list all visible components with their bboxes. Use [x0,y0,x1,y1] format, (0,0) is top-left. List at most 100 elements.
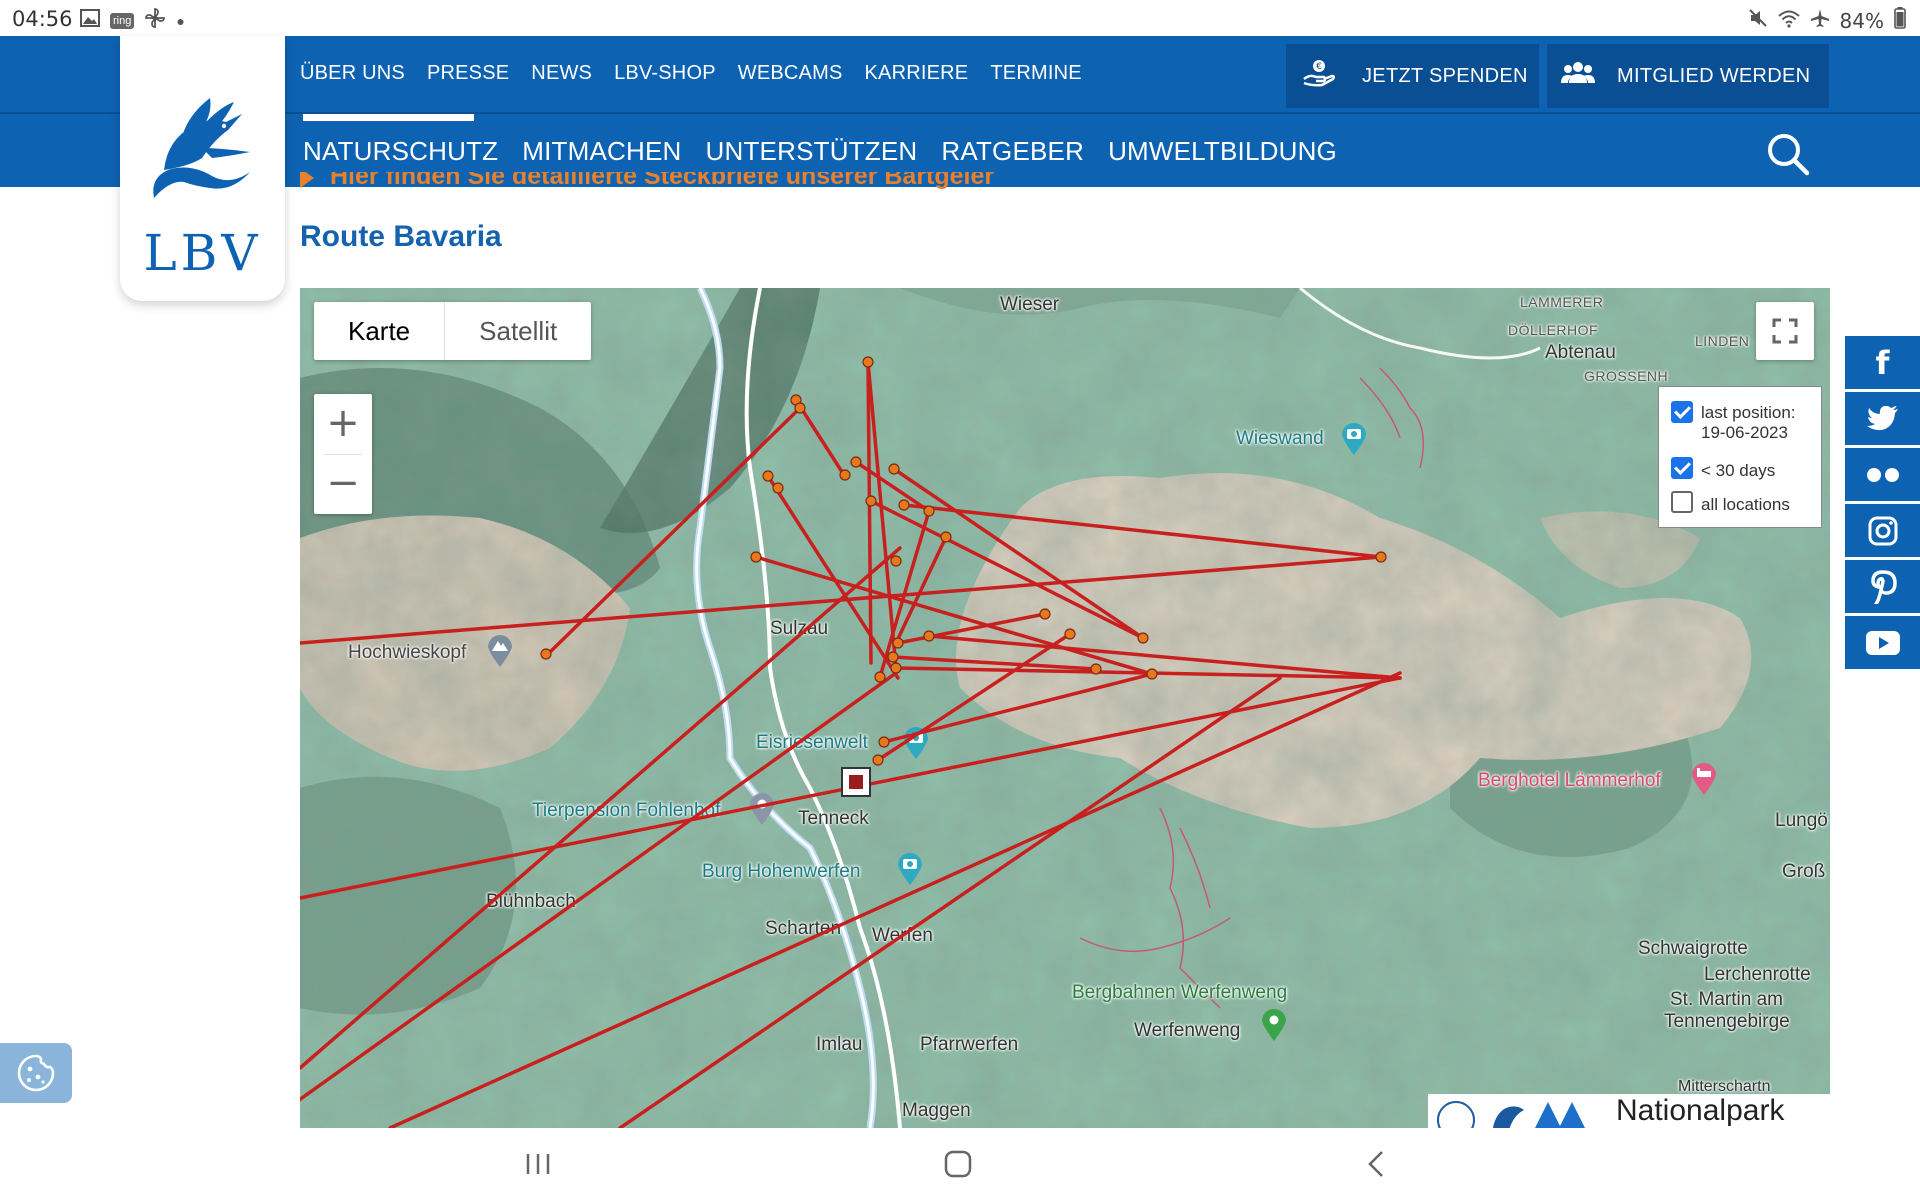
track-point[interactable] [794,402,806,414]
nav-mitmachen[interactable]: MITMACHEN [522,136,681,167]
steckbriefe-link[interactable]: Hier finden Sie detaillierte Steckbriefe… [300,172,1000,190]
battery-level: 84% [1839,8,1884,33]
svg-text:€: € [1316,62,1322,72]
status-time: 04:56 [12,7,73,31]
android-navigation-bar [0,1128,1920,1200]
home-button[interactable] [938,1144,978,1184]
track-point[interactable] [874,671,886,683]
top-link-webcams[interactable]: WEBCAMS [738,62,843,85]
track-point[interactable] [1090,663,1102,675]
flickr-icon [1866,467,1899,482]
search-icon [1768,134,1810,176]
track-point[interactable] [865,495,877,507]
legend-all-locations-label: all locations [1701,495,1790,514]
track-segment [876,632,1072,762]
status-bar: 04:56 ring ● 84% [0,0,1920,36]
search-button[interactable] [1765,131,1811,177]
legend-all-locations[interactable]: all locations [1671,491,1790,515]
track-point[interactable] [878,736,890,748]
cookie-icon [17,1054,55,1092]
home-icon [944,1150,972,1178]
youtube-icon [1865,630,1900,655]
track-point[interactable] [892,637,904,649]
flight-track-layer [300,356,1402,1128]
cookie-settings-button[interactable] [0,1043,72,1103]
map-type-control: Karte Satellit [314,302,592,360]
track-point[interactable] [872,754,884,766]
zoom-divider [324,454,362,455]
map-type-satellit-button[interactable]: Satellit [445,302,591,360]
top-link-presse[interactable]: PRESSE [427,62,509,85]
nationalpark-logo: Nationalpark [1428,1094,1830,1128]
group-icon [1561,61,1595,91]
track-point[interactable] [1375,551,1387,563]
pinterest-icon [1870,569,1897,604]
facebook-button[interactable]: f [1845,336,1920,389]
track-point[interactable] [1039,608,1051,620]
instagram-button[interactable] [1845,504,1920,557]
top-link-ueber-uns[interactable]: ÜBER UNS [300,62,405,85]
youtube-button[interactable] [1845,616,1920,669]
recents-button[interactable] [518,1144,558,1184]
nav-umweltbildung[interactable]: UMWELTBILDUNG [1108,136,1337,167]
fullscreen-icon [1772,318,1798,344]
last-position-marker-icon[interactable] [840,766,872,798]
track-segment [894,535,948,645]
track-point[interactable] [750,551,762,563]
wifi-icon [1777,9,1800,33]
track-point[interactable] [850,456,862,468]
legend-last-position-label: last position: [1701,403,1796,422]
legend-last-position[interactable]: last position: 19-06-2023 [1671,401,1796,443]
zoom-in-button[interactable]: + [314,394,372,454]
track-point[interactable] [940,531,952,543]
legend-30-days[interactable]: < 30 days [1671,457,1775,481]
track-point[interactable] [762,470,774,482]
track-point[interactable] [862,356,874,368]
flickr-button[interactable] [1845,448,1920,501]
nav-ratgeber[interactable]: RATGEBER [941,136,1084,167]
legend-30-days-checkbox[interactable] [1671,457,1693,479]
lbv-logo[interactable]: LBV [120,36,285,301]
track-segment [882,672,1154,744]
track-point[interactable] [1137,632,1149,644]
kingfisher-logo-icon [153,98,250,198]
top-link-termine[interactable]: TERMINE [990,62,1081,85]
top-link-news[interactable]: NEWS [531,62,592,85]
legend-last-position-checkbox[interactable] [1671,401,1693,423]
become-member-button[interactable]: MITGLIED WERDEN [1547,44,1829,108]
track-point[interactable] [923,630,935,642]
back-button[interactable] [1358,1144,1398,1184]
track-point[interactable] [887,651,899,663]
track-segment [902,503,1383,559]
track-point[interactable] [898,499,910,511]
route-map[interactable]: Wieser LAMMERER DÖLLERHOF LINDEN Abtenau… [300,288,1830,1128]
donate-hand-icon: € [1302,59,1336,93]
track-point[interactable] [1146,668,1158,680]
twitter-button[interactable] [1845,392,1920,445]
member-label: MITGLIED WERDEN [1617,64,1811,87]
track-point[interactable] [923,505,935,517]
top-link-karriere[interactable]: KARRIERE [865,62,969,85]
track-point[interactable] [890,662,902,674]
track-point[interactable] [888,463,900,475]
partner-logos-icon [1437,1101,1585,1128]
track-segment [300,546,902,1070]
track-point[interactable] [839,469,851,481]
fullscreen-button[interactable] [1756,302,1814,360]
pinterest-button[interactable] [1845,560,1920,613]
instagram-icon [1868,516,1897,545]
track-point[interactable] [890,555,902,567]
legend-all-locations-checkbox[interactable] [1671,491,1693,513]
donate-button[interactable]: € JETZT SPENDEN [1286,44,1539,108]
nav-naturschutz[interactable]: NATURSCHUTZ [303,136,498,167]
zoom-out-button[interactable]: − [314,454,372,514]
top-link-lbv-shop[interactable]: LBV-SHOP [614,62,716,85]
nav-unterstuetzen[interactable]: UNTERSTÜTZEN [706,136,918,167]
facebook-icon: f [1875,343,1890,382]
active-nav-indicator [303,114,474,121]
track-segment [300,671,898,1102]
map-type-karte-button[interactable]: Karte [314,302,446,360]
track-point[interactable] [772,482,784,494]
track-point[interactable] [540,648,552,660]
track-point[interactable] [1064,628,1076,640]
